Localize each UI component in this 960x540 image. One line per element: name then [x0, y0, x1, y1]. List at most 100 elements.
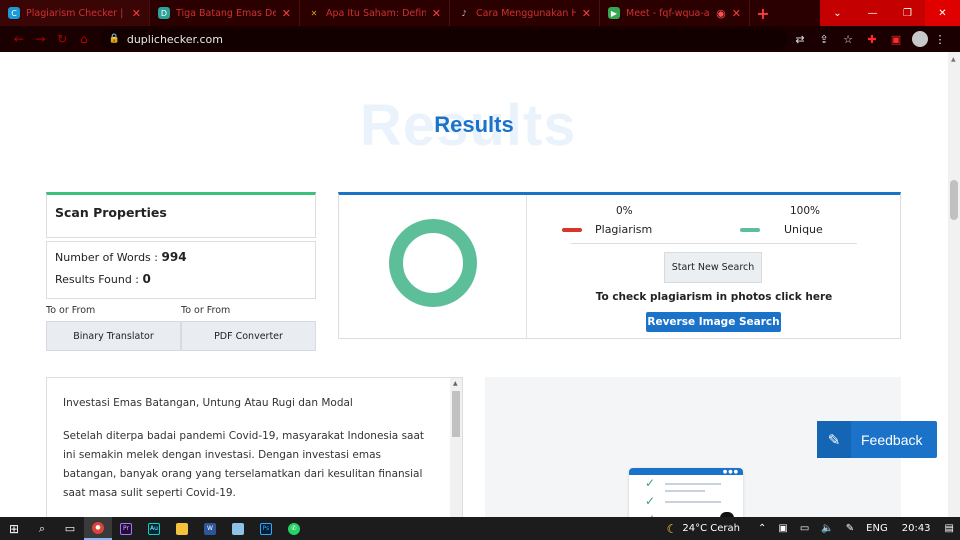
- reverse-image-search-button[interactable]: Reverse Image Search: [646, 312, 781, 332]
- checked-text-box[interactable]: Investasi Emas Batangan, Untung Atau Rug…: [46, 377, 463, 517]
- duplichecker-favicon-icon: C: [8, 7, 20, 19]
- tab-tiga-batang-emas[interactable]: D Tiga Batang Emas Dengan ✕: [150, 0, 300, 26]
- profile-avatar[interactable]: [912, 31, 928, 47]
- meet-camera-icon[interactable]: ▣: [772, 523, 793, 534]
- scan-properties-values: Number of Words : 994 Results Found : 0: [46, 241, 316, 299]
- minimize-button[interactable]: —: [855, 0, 890, 26]
- network-icon[interactable]: ▭: [794, 523, 815, 534]
- tab-plagiarism-checker[interactable]: C Plagiarism Checker | 100% ✕: [0, 0, 150, 26]
- side-panel-icon[interactable]: ▣: [884, 33, 908, 46]
- maximize-button[interactable]: ❐: [890, 0, 925, 26]
- reload-icon[interactable]: ↻: [51, 32, 73, 46]
- scan-properties-header: Scan Properties: [46, 192, 316, 238]
- feedback-icon: ✎: [817, 421, 851, 458]
- translate-icon[interactable]: ⇄: [788, 33, 812, 46]
- tab-close-icon[interactable]: ✕: [732, 7, 741, 20]
- tab-apa-itu-saham[interactable]: ✕ Apa Itu Saham: Definisi, ✕: [300, 0, 450, 26]
- plagiarism-legend-label: Plagiarism: [595, 223, 653, 236]
- audition-icon[interactable]: Au: [140, 517, 168, 540]
- tab-meet[interactable]: ▶ Meet - fqf-wqua-aow ◉ ✕: [600, 0, 750, 26]
- file-explorer-icon[interactable]: [168, 517, 196, 540]
- close-window-button[interactable]: ✕: [925, 0, 960, 26]
- start-new-search-button[interactable]: Start New Search: [664, 252, 762, 283]
- menu-dots-icon[interactable]: ⋮: [928, 33, 952, 46]
- page-title: Results: [434, 112, 514, 137]
- feedback-button[interactable]: ✎ Feedback: [817, 421, 937, 458]
- toolbar-icons: ⇄ ⇪ ☆ ✚ ▣ ⋮: [788, 31, 952, 47]
- back-icon[interactable]: ←: [8, 32, 30, 46]
- share-icon[interactable]: ⇪: [812, 33, 836, 46]
- browser-address-bar: ← → ↻ ⌂ 🔒 duplichecker.com ⇄ ⇪ ☆ ✚ ▣ ⋮: [0, 26, 960, 52]
- scan-properties-heading: Scan Properties: [55, 205, 167, 220]
- tab-close-icon[interactable]: ✕: [582, 7, 591, 20]
- show-hidden-icons-icon[interactable]: ⌃: [752, 523, 772, 534]
- scroll-up-icon[interactable]: ▲: [951, 56, 956, 63]
- window-controls: ⌄ — ❐ ✕: [820, 0, 960, 26]
- word-icon[interactable]: W: [196, 517, 224, 540]
- tab-close-icon[interactable]: ✕: [282, 7, 291, 20]
- page-scrollbar[interactable]: ▲: [948, 52, 960, 517]
- pen-icon[interactable]: ✎: [840, 523, 860, 534]
- scroll-up-icon[interactable]: ▲: [453, 380, 458, 387]
- language-indicator[interactable]: ENG: [860, 523, 894, 534]
- tab-title: Cara Menggunakan Hear: [476, 7, 576, 19]
- browser-tab-bar: C Plagiarism Checker | 100% ✕ D Tiga Bat…: [0, 0, 960, 26]
- text-box-scrollbar[interactable]: ▲: [450, 378, 462, 517]
- checkmark-icon: ✓: [645, 494, 656, 508]
- text-box-scroll-thumb[interactable]: [452, 391, 460, 437]
- word-count-value: 994: [161, 250, 187, 264]
- pdf-converter-button[interactable]: PDF Converter: [181, 321, 316, 351]
- tab-title: Apa Itu Saham: Definisi,: [326, 7, 426, 19]
- search-icon[interactable]: ⌕: [28, 517, 56, 540]
- site-favicon-icon: ✕: [310, 8, 318, 18]
- site-favicon-icon: D: [158, 7, 170, 19]
- checkmark-icon: ✓: [645, 476, 656, 490]
- illustration-line: [665, 501, 721, 503]
- windows-start-icon[interactable]: ⊞: [0, 517, 28, 540]
- tab-close-icon[interactable]: ✕: [132, 7, 141, 20]
- forward-icon[interactable]: →: [30, 32, 52, 46]
- omnibox[interactable]: 🔒 duplichecker.com: [100, 29, 788, 49]
- weather-moon-icon: ☾: [666, 521, 678, 536]
- results-found-label: Results Found :: [55, 273, 140, 286]
- tab-cara-menggunakan[interactable]: ♪ Cara Menggunakan Hear ✕: [450, 0, 600, 26]
- page-scroll-thumb[interactable]: [950, 180, 958, 220]
- photo-check-text: To check plagiarism in photos click here: [595, 291, 833, 303]
- plagiarism-legend-swatch: [562, 228, 582, 232]
- tab-title: Meet - fqf-wqua-aow: [626, 7, 710, 19]
- app-icon[interactable]: [224, 517, 252, 540]
- task-view-icon[interactable]: ▭: [56, 517, 84, 540]
- photoshop-icon[interactable]: Ps: [252, 517, 280, 540]
- text-paragraph: Setelah diterpa badai pandemi Covid-19, …: [63, 430, 425, 499]
- weather-widget[interactable]: ☾ 24°C Cerah: [667, 522, 740, 536]
- illustration-line: [665, 490, 705, 492]
- bookmark-star-icon[interactable]: ☆: [836, 33, 860, 46]
- lock-icon[interactable]: 🔒: [109, 34, 120, 44]
- tab-search-icon[interactable]: ⌄: [820, 0, 855, 26]
- binary-translator-button[interactable]: Binary Translator: [46, 321, 181, 351]
- results-found-row: Results Found : 0: [55, 272, 307, 286]
- unique-donut-chart: [389, 219, 477, 307]
- result-summary-panel: 0% 100% Plagiarism Unique Start New Sear…: [338, 192, 901, 339]
- unique-percent: 100%: [790, 205, 821, 217]
- notification-icon[interactable]: ▤: [939, 523, 960, 534]
- weather-text: 24°C Cerah: [682, 523, 741, 534]
- premiere-icon[interactable]: Pr: [112, 517, 140, 540]
- windows-taskbar: ⊞ ⌕ ▭ ● Pr Au W Ps ✆ ☾ 24°C Cerah ⌃ ▣ ▭ …: [0, 517, 960, 540]
- clock[interactable]: 20:43: [894, 523, 939, 534]
- checklist-illustration: ●●● ✓ ✓ ✓: [629, 468, 743, 517]
- chrome-icon[interactable]: ●: [84, 517, 112, 540]
- volume-icon[interactable]: 🔈: [815, 523, 839, 534]
- google-meet-icon: ▶: [608, 7, 620, 19]
- home-icon[interactable]: ⌂: [73, 32, 95, 46]
- extensions-puzzle-icon[interactable]: ✚: [860, 33, 884, 46]
- url-text[interactable]: duplichecker.com: [127, 33, 223, 46]
- whatsapp-icon[interactable]: ✆: [280, 517, 308, 540]
- recording-dot-icon: ◉: [716, 6, 726, 20]
- tab-close-icon[interactable]: ✕: [432, 7, 441, 20]
- tab-title: Tiga Batang Emas Dengan: [176, 7, 276, 19]
- word-count-label: Number of Words :: [55, 251, 158, 264]
- new-tab-button[interactable]: +: [750, 4, 776, 23]
- text-title: Investasi Emas Batangan, Untung Atau Rug…: [63, 397, 353, 409]
- page-content: Results Results Scan Properties Number o…: [0, 52, 960, 517]
